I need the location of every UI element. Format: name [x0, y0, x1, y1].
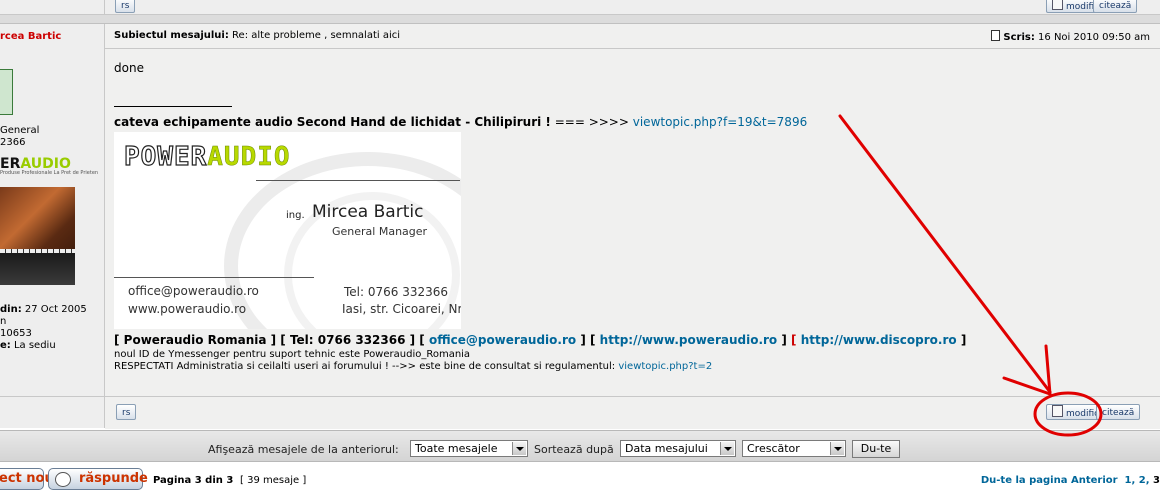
quote-button-top[interactable]: rs	[115, 0, 136, 13]
display-options-bar: Afişează mesajele de la anteriorul: Toat…	[0, 430, 1160, 462]
post-date: Scris: 16 Noi 2010 09:50 am	[991, 30, 1150, 43]
post-body: done	[114, 61, 144, 75]
rank-image	[0, 69, 13, 115]
card-email: office@poweraudio.ro	[128, 284, 259, 298]
card-address: Iasi, str. Cicoarei, Nr.12	[342, 302, 461, 316]
email-link[interactable]: office@poweraudio.ro	[429, 333, 576, 347]
author-joined: din: 27 Oct 2005	[0, 304, 87, 315]
reply-button[interactable]: răspunde	[48, 468, 148, 490]
card-rule-2	[114, 277, 314, 278]
post-footer: rs modifică citează	[105, 396, 1160, 429]
message-count: [ 39 mesaje ]	[240, 475, 307, 486]
signature-ym: noul ID de Ymessenger pentru suport tehn…	[114, 349, 471, 360]
card-title: General Manager	[332, 225, 428, 238]
post-content: Subiectul mesajului: Re: alte probleme ,…	[105, 24, 1160, 429]
signature-divider	[114, 106, 232, 107]
author-posts: 2366	[0, 137, 26, 148]
forum-post: rcea Bartic General 2366 ERAUDIO Produse…	[0, 24, 1160, 429]
business-card-image: POWERAUDIO ing. Mircea Bartic General Ma…	[114, 132, 461, 329]
chevron-down-icon	[512, 442, 526, 455]
author-panel-footer	[0, 396, 104, 429]
author-location: e: La sediu	[0, 340, 56, 351]
site-link-discopro[interactable]: http://www.discopro.ro	[801, 333, 957, 347]
site-link-poweraudio[interactable]: http://www.poweraudio.ro	[600, 333, 778, 347]
card-ing: ing.	[286, 210, 305, 221]
signature-contact: [ Poweraudio Romania ] [ Tel: 0766 33236…	[114, 333, 967, 347]
pagination: Du-te la pagina Anterior 1, 2, 3	[980, 475, 1160, 486]
sort-by-label: Sortează după	[534, 443, 614, 456]
cite-button[interactable]: citează	[1096, 404, 1141, 420]
go-button[interactable]: Du-te	[852, 440, 900, 458]
author-logo-tagline: Produse Profesionale La Pret de Prieten	[0, 170, 99, 176]
page-link-2[interactable]: 2	[1139, 475, 1146, 486]
new-topic-button[interactable]: ect nou	[0, 468, 54, 490]
post-subject: Subiectul mesajului: Re: alte probleme ,…	[114, 30, 401, 41]
author-panel: rcea Bartic General 2366 ERAUDIO Produse…	[0, 24, 105, 428]
author-name[interactable]: rcea Bartic	[0, 31, 61, 42]
cite-button-top[interactable]: citează	[1093, 0, 1138, 13]
card-web: www.poweraudio.ro	[128, 302, 247, 316]
author-extra: n	[0, 316, 7, 327]
sort-order-select[interactable]: Crescător	[742, 440, 846, 457]
quote-button[interactable]: rs	[116, 404, 137, 420]
previous-post-footer: rs modifică citează	[0, 0, 1160, 15]
post-header: Subiectul mesajului: Re: alte probleme ,…	[105, 24, 1160, 49]
prev-page-link[interactable]: Anterior	[1071, 475, 1118, 486]
column-divider	[104, 0, 105, 14]
chevron-down-icon	[720, 442, 734, 455]
author-rank: General	[0, 125, 40, 136]
reply-icon	[55, 472, 71, 487]
avatar	[0, 187, 75, 285]
page-link-1[interactable]: 1	[1125, 475, 1132, 486]
card-logo: POWERAUDIO	[123, 141, 291, 172]
post-separator	[0, 15, 1160, 24]
chevron-down-icon	[830, 442, 844, 455]
page-indicator: Pagina 3 din 3	[153, 475, 234, 486]
card-name: Mircea Bartic	[312, 202, 424, 222]
edit-icon	[1052, 0, 1063, 10]
card-rule	[256, 180, 460, 181]
bottom-navigation: ect nou răspunde Pagina 3 din 3 [ 39 mes…	[0, 462, 1168, 492]
signature-link[interactable]: viewtopic.php?f=19&t=7896	[633, 115, 807, 129]
signature-headline: cateva echipamente audio Second Hand de …	[114, 115, 808, 129]
current-page: 3	[1153, 475, 1160, 486]
rules-link[interactable]: viewtopic.php?t=2	[618, 361, 712, 372]
show-messages-select[interactable]: Toate mesajele	[410, 440, 528, 457]
edit-icon	[1052, 405, 1063, 417]
show-messages-label: Afişează mesajele de la anteriorul:	[208, 443, 399, 456]
author-id: 10653	[0, 328, 32, 339]
quote-label: rs	[121, 1, 130, 11]
signature-rules: RESPECTATI Administratia si ceilalti use…	[114, 361, 713, 372]
card-tel: Tel: 0766 332366	[344, 285, 449, 299]
post-icon[interactable]	[991, 30, 1001, 41]
sort-by-select[interactable]: Data mesajului	[620, 440, 736, 457]
